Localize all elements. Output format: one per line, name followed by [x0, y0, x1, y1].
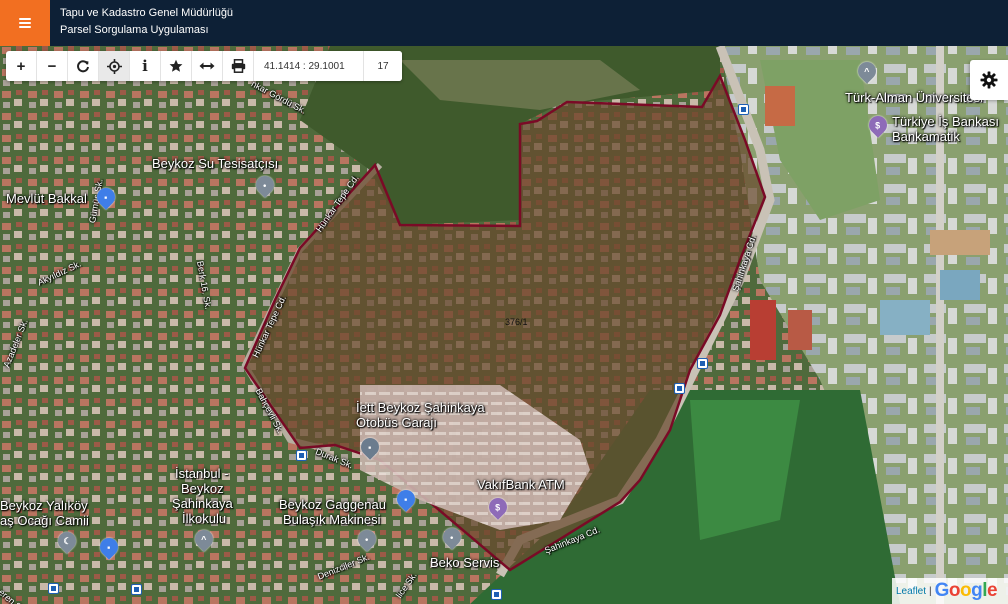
refresh-icon [77, 60, 89, 73]
bus-stop-icon[interactable] [48, 583, 59, 594]
star-icon [169, 59, 183, 72]
parcel-number-label[interactable]: 376/1 [505, 317, 528, 327]
org-title: Tapu ve Kadastro Genel Müdürlüğü [60, 7, 234, 19]
poi-label: Mevlüt Bakkal [6, 191, 87, 206]
poi-label: Beykoz Su Tesisatçısı [152, 156, 279, 171]
poi-label: VakıfBank ATM [477, 477, 565, 492]
zoom-in-button[interactable]: + [6, 51, 37, 81]
menu-button[interactable] [0, 0, 50, 46]
poi-label: Bankamatik [892, 129, 960, 144]
settings-button[interactable] [970, 60, 1008, 100]
poi-label: Bulaşık Makinesi [283, 512, 381, 527]
info-button[interactable]: i [130, 51, 161, 81]
poi-label: Beykoz Gaggenau [279, 497, 386, 512]
poi-label: İlkokulu [182, 511, 227, 526]
poi-label: İett Beykoz Şahinkaya [356, 400, 485, 415]
bus-stop-icon[interactable] [131, 584, 142, 595]
leaflet-link[interactable]: Leaflet [896, 586, 926, 597]
google-logo: Google [934, 580, 998, 601]
coordinates-input[interactable] [254, 51, 364, 81]
gear-icon [980, 71, 998, 89]
map-view[interactable]: 376/1 Beykoz Su Tesisatçısı Mevlüt Bakka… [0, 46, 1008, 604]
minus-icon: − [47, 57, 57, 75]
attribution-separator: | [929, 585, 932, 597]
print-button[interactable] [223, 51, 254, 81]
bus-stop-icon[interactable] [697, 358, 708, 369]
poi-label: aş Ocağı Camii [0, 513, 89, 528]
printer-icon [231, 59, 245, 73]
app-header: Tapu ve Kadastro Genel Müdürlüğü Parsel … [0, 0, 1008, 46]
info-icon: i [142, 57, 148, 75]
bus-stop-icon[interactable] [491, 589, 502, 600]
bus-stop-icon[interactable] [674, 383, 685, 394]
poi-label: Türk-Alman Üniversitesi [845, 90, 983, 105]
poi-label: İstanbul - [175, 466, 229, 481]
header-titles: Tapu ve Kadastro Genel Müdürlüğü Parsel … [60, 5, 233, 39]
refresh-button[interactable] [68, 51, 99, 81]
locate-button[interactable] [99, 51, 130, 81]
map-toolbar: + − i [6, 51, 402, 81]
poi-label: Şahinkaya [172, 496, 233, 511]
app-title: Parsel Sorgulama Uygulaması [60, 24, 209, 36]
plus-icon: + [16, 57, 26, 75]
measure-button[interactable] [192, 51, 223, 81]
zoom-out-button[interactable]: − [37, 51, 68, 81]
crosshair-icon [106, 58, 122, 74]
hamburger-icon [19, 18, 31, 28]
poi-label: Beykoz Yalıköy [0, 498, 88, 513]
measure-icon [199, 62, 215, 70]
poi-label: Otobüs Garajı [356, 415, 437, 430]
favorite-button[interactable] [161, 51, 192, 81]
bus-stop-icon[interactable] [738, 104, 749, 115]
zoom-level-input[interactable] [364, 51, 402, 81]
poi-label: Beko Servis [430, 555, 500, 570]
satellite-imagery [0, 46, 1008, 604]
bus-stop-icon[interactable] [296, 450, 307, 461]
poi-label: Türkiye İş Bankası [892, 114, 999, 129]
poi-label: Beykoz [181, 481, 224, 496]
map-attribution: Leaflet | Google [892, 578, 1008, 604]
